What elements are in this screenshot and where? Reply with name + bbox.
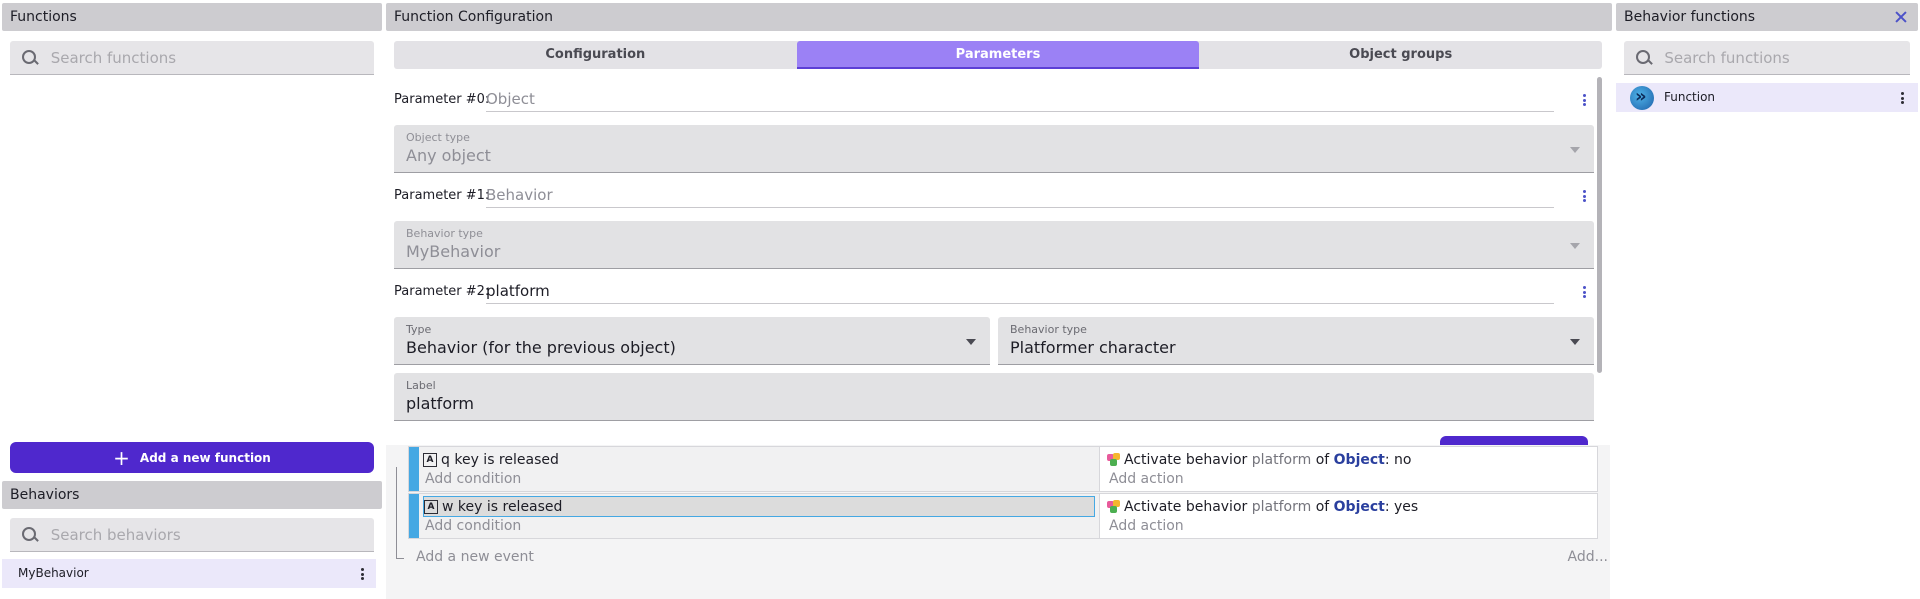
functions-search[interactable] <box>10 41 374 75</box>
behavior-functions-search-input[interactable] <box>1664 48 1910 67</box>
condition-line-selected[interactable]: A w key is released <box>423 496 1095 517</box>
behavior-type-disabled-label: Behavior type <box>406 227 483 240</box>
condition-line[interactable]: A q key is released <box>423 449 1095 470</box>
behavior-type-value: Platformer character <box>1010 338 1176 357</box>
plus-icon: + <box>113 445 130 470</box>
keyboard-icon: A <box>423 452 437 467</box>
parameter-type-label: Type <box>406 323 432 336</box>
conditions-column: A w key is released Add condition <box>419 494 1100 538</box>
functions-search-input[interactable] <box>50 48 374 67</box>
action-of: of <box>1315 498 1330 515</box>
chevron-down-icon <box>1570 147 1580 153</box>
condition-text: key is released <box>454 451 559 468</box>
chevron-down-icon <box>1570 339 1580 345</box>
object-type-field: Object type Any object <box>394 125 1594 173</box>
behavior-type-disabled-value: MyBehavior <box>406 242 501 261</box>
parameter-1-name-input[interactable]: Behavior <box>486 182 1554 208</box>
behavior-icon <box>1107 452 1121 467</box>
event-row[interactable]: A w key is released Add condition Activa… <box>408 493 1598 539</box>
object-type-value: Any object <box>406 146 491 165</box>
parameter-0-row: Parameter #0: Object <box>394 86 1602 112</box>
chevron-down-icon <box>966 339 976 345</box>
behavior-type-disabled-field: Behavior type MyBehavior <box>394 221 1594 269</box>
behaviors-search-input[interactable] <box>50 525 374 544</box>
add-action-link[interactable]: Add action <box>1109 518 1184 534</box>
kebab-icon[interactable] <box>1896 90 1908 106</box>
behaviors-panel-title: Behaviors <box>2 481 382 509</box>
parameter-type-value: Behavior (for the previous object) <box>406 338 676 357</box>
config-tabs: Configuration Parameters Object groups <box>394 41 1602 69</box>
config-panel-title: Function Configuration <box>386 3 1612 31</box>
kebab-icon[interactable] <box>1578 284 1590 300</box>
behavior-item-label: MyBehavior <box>18 566 89 580</box>
function-icon <box>1630 86 1654 110</box>
keyboard-icon: A <box>424 499 438 514</box>
add-condition-link[interactable]: Add condition <box>425 471 521 487</box>
condition-key: q <box>441 451 450 468</box>
chevron-down-icon <box>1570 243 1580 249</box>
parameter-1-row: Parameter #1: Behavior <box>394 182 1602 208</box>
action-line[interactable]: Activate behavior platform of Object: ye… <box>1107 496 1418 517</box>
action-param: platform <box>1251 451 1312 468</box>
action-object: Object <box>1333 498 1385 515</box>
search-icon <box>22 526 37 543</box>
parameter-label-label: Label <box>406 379 436 392</box>
event-tree-line <box>396 467 397 559</box>
action-line[interactable]: Activate behavior platform of Object: no <box>1107 449 1411 470</box>
action-verb: Activate behavior <box>1124 451 1248 468</box>
search-icon <box>22 49 37 66</box>
condition-text: key is released <box>457 498 563 515</box>
conditions-column: A q key is released Add condition <box>419 447 1100 491</box>
action-value: : no <box>1384 451 1412 468</box>
add-action-link[interactable]: Add action <box>1109 471 1184 487</box>
event-tree-branch <box>396 558 404 559</box>
add-more-link[interactable]: Add... <box>1568 549 1608 565</box>
action-object: Object <box>1333 451 1385 468</box>
behavior-function-item[interactable]: Function <box>1616 83 1918 112</box>
parameter-1-label: Parameter #1: <box>394 187 490 203</box>
behaviors-search[interactable] <box>10 518 374 552</box>
parameter-label-value: platform <box>406 394 474 413</box>
parameter-2-name-input[interactable]: platform <box>486 278 1554 304</box>
add-condition-link[interactable]: Add condition <box>425 518 521 534</box>
behavior-icon <box>1107 499 1121 514</box>
add-function-label: Add a new function <box>139 450 271 465</box>
parameter-0-name-input[interactable]: Object <box>486 86 1554 112</box>
parameter-type-select[interactable]: Type Behavior (for the previous object) <box>394 317 990 365</box>
behavior-type-select[interactable]: Behavior type Platformer character <box>998 317 1594 365</box>
tab-configuration[interactable]: Configuration <box>394 41 797 69</box>
kebab-icon[interactable] <box>356 566 368 582</box>
search-icon <box>1636 49 1651 66</box>
parameter-2-row: Parameter #2: platform <box>394 278 1602 304</box>
add-function-button[interactable]: + Add a new function <box>10 442 374 473</box>
condition-key: w <box>442 498 454 515</box>
action-param: platform <box>1251 498 1312 515</box>
kebab-icon[interactable] <box>1578 188 1590 204</box>
event-handle[interactable] <box>409 494 419 538</box>
kebab-icon[interactable] <box>1578 92 1590 108</box>
parameter-0-label: Parameter #0: <box>394 91 490 107</box>
event-row[interactable]: A q key is released Add condition Activa… <box>408 446 1598 492</box>
behavior-functions-title: Behavior functions <box>1616 3 1918 31</box>
close-icon[interactable] <box>1894 10 1908 24</box>
action-verb: Activate behavior <box>1124 498 1248 515</box>
parameters-scrollbar[interactable] <box>1597 77 1602 373</box>
action-value: : yes <box>1384 498 1419 515</box>
event-handle[interactable] <box>409 447 419 491</box>
tab-parameters[interactable]: Parameters <box>796 41 1200 69</box>
behavior-functions-search[interactable] <box>1624 41 1910 75</box>
parameter-label-field[interactable]: Label platform <box>394 373 1594 421</box>
behavior-list-item[interactable]: MyBehavior <box>2 559 376 588</box>
add-new-event-link[interactable]: Add a new event <box>416 549 534 565</box>
function-item-label: Function <box>1664 90 1716 104</box>
functions-panel-title: Functions <box>2 3 382 31</box>
action-of: of <box>1315 451 1330 468</box>
events-sheet: A q key is released Add condition Activa… <box>386 445 1610 599</box>
object-type-label: Object type <box>406 131 470 144</box>
tab-object-groups[interactable]: Object groups <box>1199 41 1602 69</box>
parameter-2-label: Parameter #2: <box>394 283 490 299</box>
behavior-type-label: Behavior type <box>1010 323 1087 336</box>
